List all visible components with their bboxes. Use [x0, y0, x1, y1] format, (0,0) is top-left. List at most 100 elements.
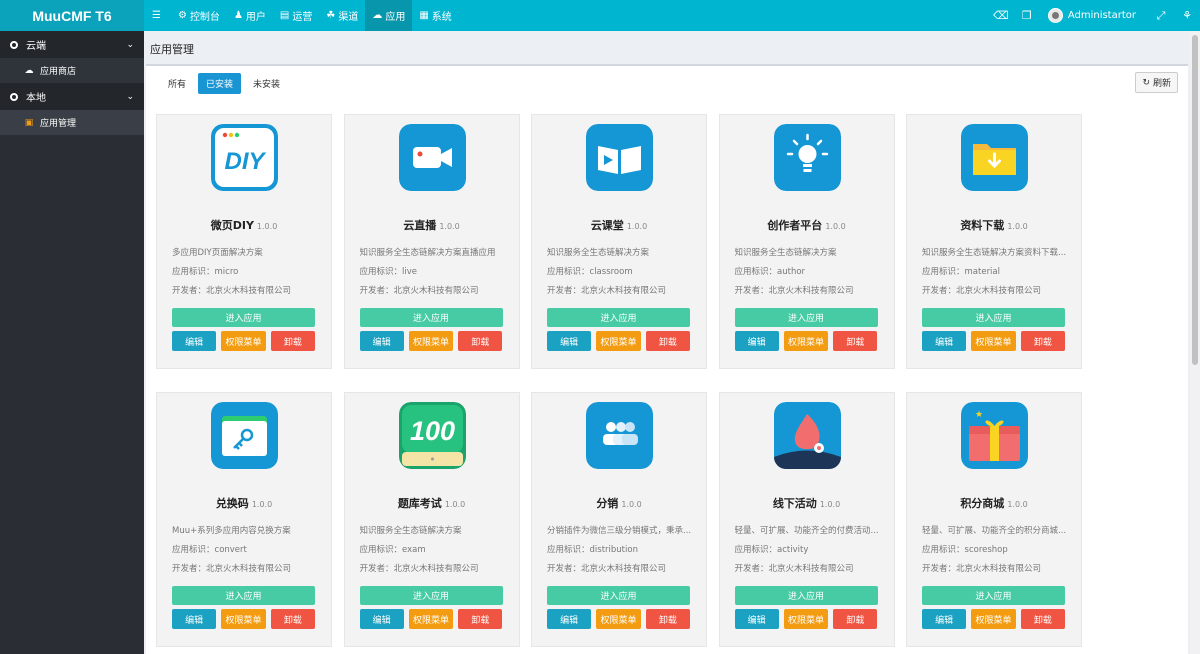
enter-app-button[interactable]: 进入应用	[547, 308, 690, 327]
edit-button[interactable]: 编辑	[547, 609, 592, 629]
permission-menu-button[interactable]: 权限菜单	[221, 331, 266, 351]
page-title: 应用管理	[150, 43, 194, 56]
edit-button[interactable]: 编辑	[734, 609, 779, 629]
edit-button[interactable]: 编辑	[547, 331, 592, 351]
id-prefix: 应用标识：	[547, 545, 590, 555]
uninstall-button[interactable]: 卸载	[1020, 609, 1065, 629]
app-action-buttons: 编辑 权限菜单 卸载	[922, 609, 1065, 629]
edit-button[interactable]: 编辑	[172, 609, 217, 629]
sidebar-group-local[interactable]: 本地 ⌄	[0, 83, 144, 110]
edit-button[interactable]: 编辑	[734, 331, 779, 351]
permission-menu-button[interactable]: 权限菜单	[408, 609, 454, 629]
permission-menu-button[interactable]: 权限菜单	[783, 609, 829, 629]
app-identifier: 应用标识：exam	[360, 543, 426, 555]
uninstall-button[interactable]: 卸载	[270, 609, 315, 629]
permission-menu-button[interactable]: 权限菜单	[596, 609, 641, 629]
nav-item-channels[interactable]: ☘ 渠道	[319, 0, 365, 31]
sidebar-item-app-manage[interactable]: ▣ 应用管理	[0, 110, 144, 135]
tab-uninstalled[interactable]: 未安装	[245, 73, 288, 94]
permission-menu-button[interactable]: 权限菜单	[221, 609, 266, 629]
app-version: 1.0.0	[439, 222, 460, 231]
app-card-material: 资料下载 1.0.0 知识服务全生态链解决方案资料下载... 应用标识：materia…	[906, 114, 1082, 369]
share-icon[interactable]: ⚘	[1174, 0, 1200, 31]
id-value: exam	[402, 545, 426, 555]
enter-app-button[interactable]: 进入应用	[547, 586, 690, 605]
app-name: 云课堂	[590, 219, 624, 232]
uninstall-button[interactable]: 卸载	[645, 331, 690, 351]
uninstall-button[interactable]: 卸载	[645, 609, 690, 629]
sidebar-group-label: 云端	[26, 41, 46, 52]
nav-item-operations[interactable]: ▤ 运营	[273, 0, 319, 31]
enter-app-button[interactable]: 进入应用	[359, 308, 503, 327]
app-identifier: 应用标识：material	[922, 265, 1000, 277]
tab-installed[interactable]: 已安装	[198, 73, 242, 94]
enter-app-button[interactable]: 进入应用	[172, 308, 315, 327]
app-identifier: 应用标识：author	[735, 265, 806, 277]
uninstall-button[interactable]: 卸载	[1020, 331, 1065, 351]
tab-all[interactable]: 所有	[160, 73, 194, 94]
enter-app-button[interactable]: 进入应用	[734, 586, 878, 605]
publisher-prefix: 开发者：	[922, 286, 957, 296]
sidebar-item-app-store[interactable]: ☁ 应用商店	[0, 58, 144, 83]
app-action-buttons: 编辑 权限菜单 卸载	[547, 609, 690, 629]
edit-button[interactable]: 编辑	[359, 331, 404, 351]
refresh-button[interactable]: ↻ 刷新	[1135, 72, 1178, 93]
enter-app-button[interactable]: 进入应用	[922, 308, 1065, 327]
score-100-icon: 100	[398, 402, 466, 469]
avatar	[1047, 8, 1063, 23]
permission-menu-button[interactable]: 权限菜单	[783, 331, 829, 351]
edit-button[interactable]: 编辑	[922, 609, 967, 629]
app-card-activity: 线下活动 1.0.0 轻量、可扩展、功能齐全的付费活动... 应用标识：activit…	[718, 392, 895, 647]
edit-button[interactable]: 编辑	[172, 331, 217, 351]
permission-menu-button[interactable]: 权限菜单	[408, 331, 454, 351]
id-value: activity	[777, 545, 809, 555]
edit-button[interactable]: 编辑	[922, 331, 967, 351]
uninstall-button[interactable]: 卸载	[833, 331, 878, 351]
app-action-buttons: 编辑 权限菜单 卸载	[172, 331, 315, 351]
id-value: convert	[214, 545, 247, 555]
copy-icon[interactable]: ❐	[1014, 0, 1040, 31]
trash-icon[interactable]: ⌫	[988, 0, 1014, 31]
nav-item-label: 运营	[292, 12, 313, 23]
enter-app-button[interactable]: 进入应用	[922, 586, 1065, 605]
uninstall-button[interactable]: 卸载	[270, 331, 315, 351]
top-header: MuuCMF T6 ☰ ⚙ 控制台 ♟ 用户 ▤ 运营 ☘ 渠道 ☁ 应用 ▦ …	[0, 0, 1200, 31]
page-scrollbar[interactable]	[1190, 31, 1200, 654]
edit-button[interactable]: 编辑	[359, 609, 404, 629]
uninstall-button[interactable]: 卸载	[833, 609, 878, 629]
enter-app-button[interactable]: 进入应用	[172, 586, 315, 605]
permission-menu-button[interactable]: 权限菜单	[596, 331, 641, 351]
scroll-thumb[interactable]	[1192, 35, 1198, 365]
nav-item-users[interactable]: ♟ 用户	[227, 0, 273, 31]
nav-item-system[interactable]: ▦ 系统	[412, 0, 458, 31]
uninstall-button[interactable]: 卸载	[458, 331, 503, 351]
app-publisher: 开发者：北京火木科技有限公司	[922, 562, 1041, 574]
id-prefix: 应用标识：	[922, 545, 965, 555]
brand-logo[interactable]: MuuCMF T6	[0, 0, 144, 31]
chevron-down-icon: ⌄	[126, 39, 134, 50]
id-prefix: 应用标识：	[359, 267, 403, 277]
nav-item-dashboard[interactable]: ⚙ 控制台	[171, 0, 227, 31]
app-name: 微页DIY	[210, 219, 254, 232]
permission-menu-button[interactable]: 权限菜单	[971, 609, 1016, 629]
enter-app-button[interactable]: 进入应用	[359, 586, 503, 605]
app-card-author: 创作者平台 1.0.0 知识服务全生态链解决方案 应用标识：author 开发者：北京火…	[718, 114, 895, 369]
user-menu[interactable]: Administartor	[1040, 8, 1148, 23]
nav-item-label: 渠道	[338, 12, 359, 23]
nav-item-apps[interactable]: ☁ 应用	[365, 0, 413, 31]
chart-icon: ▤	[279, 10, 290, 21]
app-card-convert: 兑换码 1.0.0 Muu+系列多应用内容兑换方案 应用标识：convert 开发者：北…	[156, 392, 332, 647]
publisher-value: 北京火木科技有限公司	[393, 286, 479, 296]
enter-app-button[interactable]: 进入应用	[734, 308, 878, 327]
filter-tabs: 所有 已安装 未安装	[160, 73, 288, 94]
permission-menu-button[interactable]: 权限菜单	[971, 331, 1016, 351]
app-description: 轻量、可扩展、功能齐全的付费活动...	[734, 526, 879, 536]
sidebar-group-cloud[interactable]: 云端 ⌄	[0, 31, 144, 58]
uninstall-button[interactable]: 卸载	[458, 609, 503, 629]
fullscreen-icon[interactable]: ⤢	[1148, 0, 1174, 31]
publisher-value: 北京火木科技有限公司	[581, 286, 667, 296]
app-name: 题库考试	[397, 497, 442, 510]
app-identifier: 应用标识：activity	[735, 543, 809, 555]
menu-toggle-button[interactable]: ☰	[144, 0, 171, 31]
key-card-icon	[211, 402, 278, 469]
